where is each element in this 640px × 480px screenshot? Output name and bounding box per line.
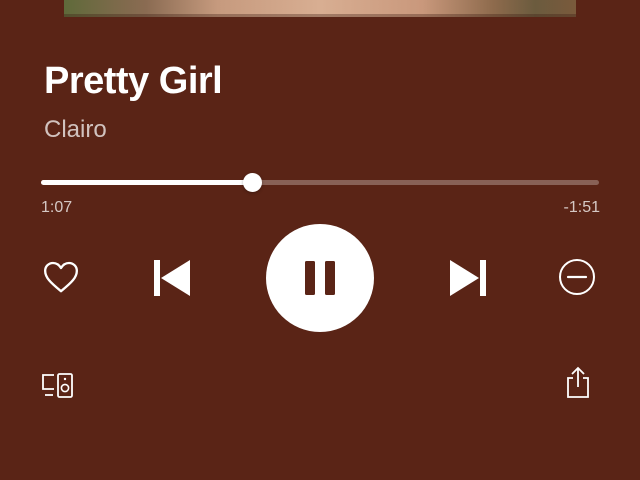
hide-song-button[interactable]: [556, 256, 598, 298]
pause-button[interactable]: [266, 224, 374, 332]
skip-next-icon: [450, 260, 486, 296]
song-title: Pretty Girl: [44, 60, 223, 102]
share-icon: [567, 366, 589, 398]
skip-previous-icon: [154, 260, 190, 296]
like-button[interactable]: [40, 256, 82, 298]
connect-devices-button[interactable]: [40, 368, 76, 404]
progress-bar[interactable]: [41, 173, 599, 192]
remaining-time: -1:51: [563, 199, 600, 216]
elapsed-time: 1:07: [41, 199, 73, 216]
next-track-button[interactable]: [444, 254, 492, 302]
progress-handle[interactable]: [243, 173, 263, 192]
album-art: [64, 0, 576, 17]
connect-devices-icon: [42, 373, 73, 398]
pause-icon: [305, 261, 335, 295]
heart-outline-icon: [44, 261, 79, 293]
progress-fill: [41, 180, 254, 185]
minus-circle-icon: [559, 259, 595, 295]
share-button[interactable]: [562, 364, 594, 400]
artist-name[interactable]: Clairo: [44, 116, 107, 144]
previous-track-button[interactable]: [148, 254, 196, 302]
